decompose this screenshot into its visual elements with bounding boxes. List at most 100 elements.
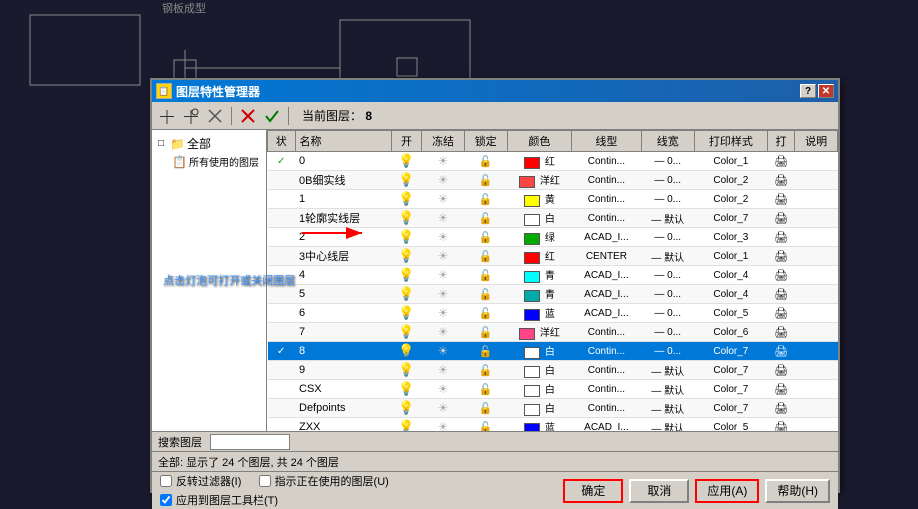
cell-linetype[interactable]: Contin... [572, 342, 641, 361]
confirm-button[interactable]: 确定 [563, 479, 623, 503]
cell-freeze[interactable]: ☀ [422, 304, 465, 323]
table-row[interactable]: 1 💡 ☀ 🔓 黄 Contin... — 0... Color_2 🖨 [268, 190, 838, 209]
cell-print[interactable]: 🖨 [767, 323, 795, 342]
cell-on[interactable]: 💡 [391, 380, 422, 399]
cell-freeze[interactable]: ☀ [422, 209, 465, 228]
apply-toolbar-checkbox[interactable] [160, 494, 172, 506]
cell-on[interactable]: 💡 [391, 228, 422, 247]
cell-linewidth[interactable]: — 0... [641, 190, 694, 209]
cell-freeze[interactable]: ☀ [422, 228, 465, 247]
cell-print-style[interactable]: Color_2 [694, 171, 767, 190]
cell-on[interactable]: 💡 [391, 418, 422, 432]
cell-print-style[interactable]: Color_7 [694, 342, 767, 361]
cell-lock[interactable]: 🔓 [464, 380, 507, 399]
cell-linetype[interactable]: Contin... [572, 152, 641, 171]
cell-freeze[interactable]: ☀ [422, 399, 465, 418]
cell-color[interactable]: 洋红 [507, 171, 572, 190]
cell-color[interactable]: 青 [507, 266, 572, 285]
cell-linetype[interactable]: ACAD_I... [572, 418, 641, 432]
table-row[interactable]: 0B细实线 💡 ☀ 🔓 洋红 Contin... — 0... Color_2 … [268, 171, 838, 190]
table-row[interactable]: 4 💡 ☀ 🔓 青 ACAD_I... — 0... Color_4 🖨 [268, 266, 838, 285]
cell-print-style[interactable]: Color_1 [694, 152, 767, 171]
cell-linetype[interactable]: ACAD_I... [572, 304, 641, 323]
cell-color[interactable]: 蓝 [507, 304, 572, 323]
cancel-button[interactable]: 取消 [629, 479, 689, 503]
table-row[interactable]: ✓ 8 💡 ☀ 🔓 白 Contin... — 0... Color_7 🖨 [268, 342, 838, 361]
cell-print-style[interactable]: Color_7 [694, 209, 767, 228]
tree-item-used-layers[interactable]: 📋 所有使用的图层 [156, 153, 262, 170]
cell-color[interactable]: 绿 [507, 228, 572, 247]
table-row[interactable]: 2 💡 ☀ 🔓 绿 ACAD_I... — 0... Color_3 🖨 [268, 228, 838, 247]
cell-lock[interactable]: 🔓 [464, 171, 507, 190]
cell-lock[interactable]: 🔓 [464, 266, 507, 285]
cell-color[interactable]: 红 [507, 152, 572, 171]
cell-linewidth[interactable]: — 默认 [641, 380, 694, 399]
cell-print[interactable]: 🖨 [767, 342, 795, 361]
cell-on[interactable]: 💡 [391, 152, 422, 171]
cell-print-style[interactable]: Color_5 [694, 418, 767, 432]
cell-print-style[interactable]: Color_1 [694, 247, 767, 266]
cell-on[interactable]: 💡 [391, 304, 422, 323]
cell-print-style[interactable]: Color_4 [694, 285, 767, 304]
cell-linewidth[interactable]: — 默认 [641, 399, 694, 418]
cell-color[interactable]: 黄 [507, 190, 572, 209]
cell-linewidth[interactable]: — 默认 [641, 361, 694, 380]
cell-lock[interactable]: 🔓 [464, 342, 507, 361]
cell-lock[interactable]: 🔓 [464, 152, 507, 171]
cell-lock[interactable]: 🔓 [464, 209, 507, 228]
cell-print[interactable]: 🖨 [767, 266, 795, 285]
cell-print[interactable]: 🖨 [767, 152, 795, 171]
cell-print-style[interactable]: Color_6 [694, 323, 767, 342]
table-row[interactable]: 9 💡 ☀ 🔓 白 Contin... — 默认 Color_7 🖨 [268, 361, 838, 380]
cell-print[interactable]: 🖨 [767, 171, 795, 190]
cell-linetype[interactable]: Contin... [572, 380, 641, 399]
cell-freeze[interactable]: ☀ [422, 190, 465, 209]
table-row[interactable]: 6 💡 ☀ 🔓 蓝 ACAD_I... — 0... Color_5 🖨 [268, 304, 838, 323]
cell-linetype[interactable]: Contin... [572, 323, 641, 342]
cell-lock[interactable]: 🔓 [464, 323, 507, 342]
cell-print[interactable]: 🖨 [767, 418, 795, 432]
cell-linewidth[interactable]: — 0... [641, 152, 694, 171]
table-row[interactable]: Defpoints 💡 ☀ 🔓 白 Contin... — 默认 Color_7… [268, 399, 838, 418]
apply-button[interactable]: 应用(A) [695, 479, 759, 503]
cell-freeze[interactable]: ☀ [422, 247, 465, 266]
cell-color[interactable]: 白 [507, 380, 572, 399]
cell-color[interactable]: 青 [507, 285, 572, 304]
cell-freeze[interactable]: ☀ [422, 380, 465, 399]
cell-on[interactable]: 💡 [391, 171, 422, 190]
cell-freeze[interactable]: ☀ [422, 285, 465, 304]
cell-linewidth[interactable]: — 默认 [641, 209, 694, 228]
cell-color[interactable]: 白 [507, 361, 572, 380]
cell-lock[interactable]: 🔓 [464, 285, 507, 304]
table-row[interactable]: CSX 💡 ☀ 🔓 白 Contin... — 默认 Color_7 🖨 [268, 380, 838, 399]
cell-linewidth[interactable]: — 0... [641, 304, 694, 323]
cell-on[interactable]: 💡 [391, 190, 422, 209]
cell-freeze[interactable]: ☀ [422, 418, 465, 432]
cell-linetype[interactable]: Contin... [572, 399, 641, 418]
cell-linewidth[interactable]: — 默认 [641, 247, 694, 266]
cell-linewidth[interactable]: — 0... [641, 266, 694, 285]
invert-filter-checkbox[interactable] [160, 475, 172, 487]
cell-freeze[interactable]: ☀ [422, 266, 465, 285]
table-row[interactable]: 3中心线层 💡 ☀ 🔓 红 CENTER — 默认 Color_1 🖨 [268, 247, 838, 266]
cell-print[interactable]: 🖨 [767, 304, 795, 323]
cell-on[interactable]: 💡 [391, 361, 422, 380]
table-row[interactable]: ✓ 0 💡 ☀ 🔓 红 Contin... — 0... Color_1 🖨 [268, 152, 838, 171]
cell-color[interactable]: 红 [507, 247, 572, 266]
cell-print[interactable]: 🖨 [767, 285, 795, 304]
cell-linewidth[interactable]: — 0... [641, 228, 694, 247]
cell-on[interactable]: 💡 [391, 247, 422, 266]
cell-color[interactable]: 洋红 [507, 323, 572, 342]
cell-print-style[interactable]: Color_7 [694, 361, 767, 380]
table-row[interactable]: 5 💡 ☀ 🔓 青 ACAD_I... — 0... Color_4 🖨 [268, 285, 838, 304]
cell-lock[interactable]: 🔓 [464, 247, 507, 266]
cell-color[interactable]: 白 [507, 342, 572, 361]
cell-linetype[interactable]: Contin... [572, 190, 641, 209]
cell-linewidth[interactable]: — 0... [641, 171, 694, 190]
cell-freeze[interactable]: ☀ [422, 152, 465, 171]
cell-linetype[interactable]: CENTER [572, 247, 641, 266]
cell-linetype[interactable]: ACAD_I... [572, 285, 641, 304]
cell-lock[interactable]: 🔓 [464, 418, 507, 432]
cell-on[interactable]: 💡 [391, 285, 422, 304]
cell-on[interactable]: 💡 [391, 399, 422, 418]
